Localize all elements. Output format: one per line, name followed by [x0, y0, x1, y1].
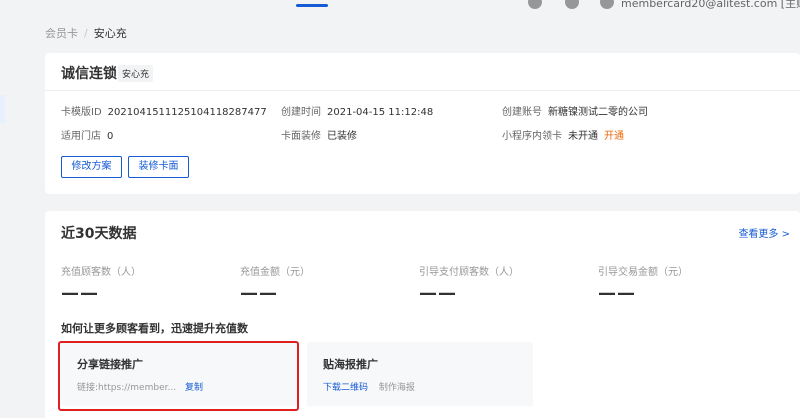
- stat-label: 充值金额（元）: [240, 267, 310, 278]
- created-time-value: 2021-04-15 11:12:48: [327, 107, 434, 118]
- highlight-box: [58, 341, 299, 411]
- decoration-value: 已装修: [327, 131, 357, 142]
- template-id-value: 20210415111251041182874​77: [107, 107, 267, 118]
- stat-value: ——: [240, 283, 278, 304]
- created-time-field: 创建时间 2021-04-15 11:12:48: [281, 107, 434, 118]
- created-account-value: 新糖镍测试二零的公司: [548, 107, 648, 118]
- stat-label: 充值顾客数（人）: [61, 267, 141, 278]
- help-icon[interactable]: [528, 0, 542, 9]
- enable-miniapp-link[interactable]: 开通: [604, 131, 624, 142]
- stat-value: ——: [598, 283, 636, 304]
- poster-promo: 贴海报推广 下载二维码 制作海报: [307, 342, 533, 406]
- stat-value: ——: [61, 283, 99, 304]
- breadcrumb-current: 安心充: [93, 27, 127, 40]
- modify-plan-button[interactable]: 修改方案: [61, 156, 122, 178]
- active-tab-indicator: [296, 4, 328, 7]
- notification-icon[interactable]: [565, 0, 579, 9]
- top-bar: membercard20@alitest.com [主账号]: [0, 0, 800, 10]
- download-qrcode-button[interactable]: 下载二维码: [323, 383, 368, 393]
- card-type-tag: 安心充: [118, 65, 154, 82]
- sidebar-active-item[interactable]: [0, 95, 5, 123]
- card-title: 诚信连锁: [61, 66, 117, 82]
- created-account-field: 创建账号 新糖镍测试二零的公司: [502, 107, 648, 118]
- stat-label: 引导交易金额（元）: [598, 267, 688, 278]
- decoration-field: 卡面装修 已装修: [281, 131, 357, 142]
- poster-title: 贴海报推广: [323, 358, 378, 371]
- avatar[interactable]: [600, 0, 614, 9]
- breadcrumb-parent[interactable]: 会员卡: [45, 27, 78, 40]
- account-label[interactable]: membercard20@alitest.com [主账号]: [621, 0, 800, 11]
- breadcrumb: 会员卡 / 安心充: [45, 25, 127, 41]
- miniapp-field: 小程序内领卡 未开通 开通: [502, 131, 624, 142]
- decorate-card-button[interactable]: 装修卡面: [128, 156, 189, 178]
- stores-field: 适用门店 0: [61, 131, 114, 142]
- stats-title: 近30天数据: [61, 226, 137, 242]
- stores-value: 0: [107, 131, 114, 142]
- make-poster-button[interactable]: 制作海报: [379, 383, 415, 393]
- stat-value: ——: [419, 283, 457, 304]
- miniapp-status: 未开通: [568, 131, 598, 142]
- breadcrumb-separator: /: [84, 27, 88, 40]
- card-header: 诚信连锁 安心充: [45, 53, 800, 91]
- stat-label: 引导支付顾客数（人）: [419, 267, 519, 278]
- template-id-field: 卡模版ID 20210415111251041182874​77: [61, 107, 267, 118]
- promo-heading: 如何让更多顾客看到，迅速提升充值数: [61, 322, 248, 335]
- view-more-link[interactable]: 查看更多 >: [738, 225, 790, 240]
